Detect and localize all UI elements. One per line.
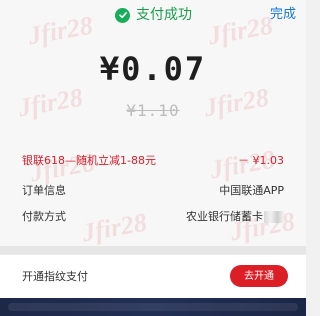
fingerprint-panel: 开通指纹支付 去开通 xyxy=(0,254,306,299)
order-info-label: 订单信息 xyxy=(22,184,66,197)
fingerprint-label: 开通指纹支付 xyxy=(22,270,88,283)
enable-fingerprint-button[interactable]: 去开通 xyxy=(230,265,288,287)
paid-amount: ¥0.07 xyxy=(99,50,207,88)
order-info-row: 订单信息 中国联通APP xyxy=(22,183,284,199)
payment-method-value: 农业银行储蓄卡 xyxy=(186,209,284,225)
promotion-row: 银联618—随机立减1-88元 － ¥1.03 xyxy=(22,153,284,169)
bottom-promo-bar xyxy=(0,298,306,316)
page-title: 支付成功 xyxy=(136,7,192,23)
original-amount: ¥1.10 xyxy=(126,101,180,120)
section-divider xyxy=(0,246,306,254)
check-mark-icon xyxy=(118,12,127,19)
order-info-value: 中国联通APP xyxy=(219,184,284,197)
promotion-label: 银联618—随机立减1-88元 xyxy=(22,154,156,167)
header: 支付成功 完成 xyxy=(0,6,306,28)
check-circle-icon xyxy=(115,7,130,23)
payment-success-screen: Jfir28 Jfir28 Jfir28 Jfir28 Jfir28 Jfir2… xyxy=(0,0,306,316)
redacted-card-number xyxy=(264,211,284,223)
payment-method-row: 付款方式 农业银行储蓄卡 xyxy=(22,209,284,225)
payment-method-card-name: 农业银行储蓄卡 xyxy=(186,210,263,223)
done-button[interactable]: 完成 xyxy=(270,6,296,24)
payment-summary-card: Jfir28 Jfir28 Jfir28 Jfir28 Jfir28 Jfir2… xyxy=(0,0,306,246)
payment-status: 支付成功 xyxy=(115,6,192,24)
payment-method-label: 付款方式 xyxy=(22,210,66,223)
promotion-discount: － ¥1.03 xyxy=(238,154,284,167)
